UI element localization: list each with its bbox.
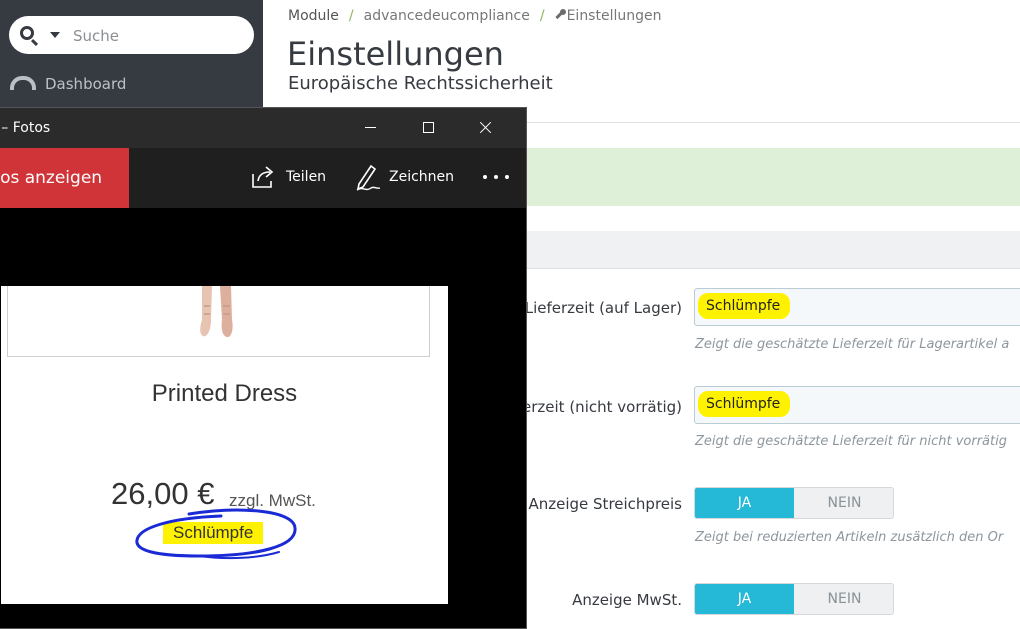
window-titlebar[interactable]: G – Fotos	[0, 108, 526, 148]
field-label-streichpreis: Anzeige Streichpreis	[528, 495, 682, 513]
breadcrumb-einstellungen: Einstellungen	[566, 8, 662, 24]
product-shoes-image	[200, 286, 233, 338]
toggle-yes[interactable]: JA	[695, 488, 794, 518]
toggle-yes[interactable]: JA	[695, 584, 794, 614]
photos-window: G – Fotos otos anzeigen Teilen Zeichnen	[0, 107, 527, 629]
toggle-no[interactable]: NEIN	[794, 488, 893, 518]
page-subtitle: Europäische Rechtssicherheit	[288, 73, 553, 94]
mwst-toggle[interactable]: JA NEIN	[694, 583, 894, 615]
search-input[interactable]	[71, 24, 245, 48]
streichpreis-toggle[interactable]: JA NEIN	[694, 487, 894, 519]
breadcrumb: Module / advancedeucompliance / Einstellunge…	[288, 8, 662, 24]
sidebar-item-label: Dashboard	[45, 75, 127, 93]
photos-toolbar: otos anzeigen Teilen Zeichnen	[0, 148, 526, 208]
toggle-no[interactable]: NEIN	[794, 584, 893, 614]
annotation-circle	[135, 508, 297, 560]
photo-image: Printed Dress 26,00 € zzgl. MwSt. Schlüm…	[1, 286, 448, 604]
window-title: G – Fotos	[0, 120, 51, 136]
pen-icon	[356, 164, 381, 191]
input-value: Schlümpfe	[698, 293, 791, 319]
lieferzeit-lager-input[interactable]: Schlümpfe	[694, 288, 1020, 326]
close-icon[interactable]	[457, 108, 513, 148]
product-image-frame	[7, 286, 430, 357]
draw-button[interactable]: Zeichnen	[354, 162, 454, 194]
input-value: Schlümpfe	[698, 391, 791, 417]
help-text: Zeigt bei reduzierten Artikeln zusätzlic…	[695, 530, 1004, 545]
share-button[interactable]: Teilen	[250, 162, 330, 194]
dashboard-icon	[10, 76, 36, 90]
help-text: Zeigt die geschätzte Lieferzeit für Lage…	[695, 337, 1010, 352]
page-title: Einstellungen	[287, 35, 504, 73]
sidebar-item-dashboard[interactable]: Dashboard	[10, 72, 250, 98]
field-label-lieferzeit-nicht-vorraetig: erzeit (nicht vorrätig)	[522, 398, 682, 416]
field-label-mwst: Anzeige MwSt.	[572, 591, 682, 609]
search-box[interactable]	[9, 16, 254, 54]
help-text: Zeigt die geschätzte Lieferzeit für nich…	[695, 434, 1007, 449]
more-icon[interactable]	[483, 175, 511, 181]
wrench-icon	[555, 9, 566, 20]
minimize-icon[interactable]	[343, 108, 399, 148]
breadcrumb-advancedeucompliance[interactable]: advancedeucompliance	[364, 8, 530, 24]
field-label-lieferzeit-lager: Lieferzeit (auf Lager)	[524, 299, 682, 317]
product-name: Printed Dress	[151, 380, 298, 407]
search-icon[interactable]	[20, 26, 34, 40]
lieferzeit-nicht-vorraetig-input[interactable]: Schlümpfe	[694, 386, 1020, 424]
breadcrumb-module[interactable]: Module	[288, 8, 339, 24]
share-icon	[252, 166, 274, 188]
maximize-icon[interactable]	[400, 108, 456, 148]
view-photos-button[interactable]: otos anzeigen	[0, 148, 129, 208]
caret-down-icon[interactable]	[50, 32, 60, 38]
